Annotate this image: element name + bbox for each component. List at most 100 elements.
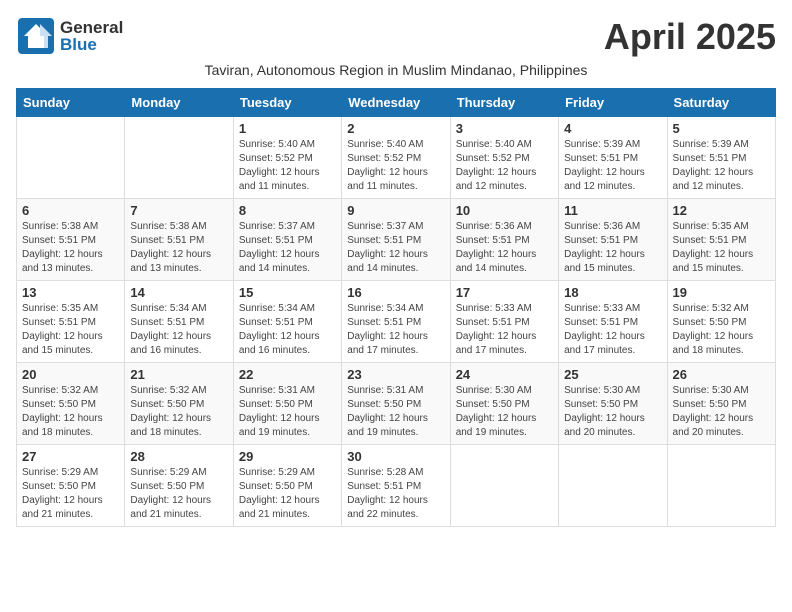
- day-number: 27: [22, 449, 119, 464]
- calendar-cell: 28 Sunrise: 5:29 AM Sunset: 5:50 PM Dayli…: [125, 445, 233, 527]
- day-number: 16: [347, 285, 444, 300]
- calendar-cell: 30 Sunrise: 5:28 AM Sunset: 5:51 PM Dayli…: [342, 445, 450, 527]
- logo-icon: [16, 16, 56, 56]
- day-number: 4: [564, 121, 661, 136]
- day-number: 29: [239, 449, 336, 464]
- day-number: 19: [673, 285, 770, 300]
- calendar-cell: 19 Sunrise: 5:32 AM Sunset: 5:50 PM Dayli…: [667, 281, 775, 363]
- column-header-monday: Monday: [125, 89, 233, 117]
- subtitle: Taviran, Autonomous Region in Muslim Min…: [16, 62, 776, 78]
- day-info: Sunrise: 5:29 AM Sunset: 5:50 PM Dayligh…: [22, 466, 119, 522]
- calendar-table: SundayMondayTuesdayWednesdayThursdayFrid…: [16, 88, 776, 527]
- calendar-cell: 11 Sunrise: 5:36 AM Sunset: 5:51 PM Dayli…: [559, 199, 667, 281]
- day-info: Sunrise: 5:39 AM Sunset: 5:51 PM Dayligh…: [564, 138, 661, 194]
- day-info: Sunrise: 5:30 AM Sunset: 5:50 PM Dayligh…: [456, 384, 553, 440]
- logo-text: General Blue: [60, 19, 123, 53]
- calendar-week-row: 6 Sunrise: 5:38 AM Sunset: 5:51 PM Daylig…: [17, 199, 776, 281]
- logo: General Blue: [16, 16, 123, 56]
- calendar-cell: 15 Sunrise: 5:34 AM Sunset: 5:51 PM Dayli…: [233, 281, 341, 363]
- day-number: 15: [239, 285, 336, 300]
- day-info: Sunrise: 5:35 AM Sunset: 5:51 PM Dayligh…: [22, 302, 119, 358]
- day-number: 18: [564, 285, 661, 300]
- calendar-cell: 25 Sunrise: 5:30 AM Sunset: 5:50 PM Dayli…: [559, 363, 667, 445]
- calendar-cell: 13 Sunrise: 5:35 AM Sunset: 5:51 PM Dayli…: [17, 281, 125, 363]
- day-number: 5: [673, 121, 770, 136]
- day-number: 6: [22, 203, 119, 218]
- logo-general: General: [60, 19, 123, 36]
- day-number: 12: [673, 203, 770, 218]
- calendar-cell: 26Sunrise: 5:30 AM Sunset: 5:50 PM Dayli…: [667, 363, 775, 445]
- calendar-cell: 16 Sunrise: 5:34 AM Sunset: 5:51 PM Dayli…: [342, 281, 450, 363]
- day-info: Sunrise: 5:34 AM Sunset: 5:51 PM Dayligh…: [239, 302, 336, 358]
- day-number: 10: [456, 203, 553, 218]
- day-info: Sunrise: 5:33 AM Sunset: 5:51 PM Dayligh…: [456, 302, 553, 358]
- day-info: Sunrise: 5:37 AM Sunset: 5:51 PM Dayligh…: [347, 220, 444, 276]
- day-info: Sunrise: 5:32 AM Sunset: 5:50 PM Dayligh…: [673, 302, 770, 358]
- day-number: 3: [456, 121, 553, 136]
- calendar-cell: 1 Sunrise: 5:40 AM Sunset: 5:52 PM Daylig…: [233, 117, 341, 199]
- day-number: 13: [22, 285, 119, 300]
- calendar-cell: 5 Sunrise: 5:39 AM Sunset: 5:51 PM Daylig…: [667, 117, 775, 199]
- calendar-week-row: 1 Sunrise: 5:40 AM Sunset: 5:52 PM Daylig…: [17, 117, 776, 199]
- calendar-cell: 17 Sunrise: 5:33 AM Sunset: 5:51 PM Dayli…: [450, 281, 558, 363]
- day-number: 22: [239, 367, 336, 382]
- calendar-cell: 24 Sunrise: 5:30 AM Sunset: 5:50 PM Dayli…: [450, 363, 558, 445]
- calendar-cell: 21Sunrise: 5:32 AM Sunset: 5:50 PM Dayli…: [125, 363, 233, 445]
- calendar-week-row: 27 Sunrise: 5:29 AM Sunset: 5:50 PM Dayli…: [17, 445, 776, 527]
- day-info: Sunrise: 5:38 AM Sunset: 5:51 PM Dayligh…: [130, 220, 227, 276]
- day-number: 25: [564, 367, 661, 382]
- day-info: Sunrise: 5:33 AM Sunset: 5:51 PM Dayligh…: [564, 302, 661, 358]
- calendar-cell: 9Sunrise: 5:37 AM Sunset: 5:51 PM Daylig…: [342, 199, 450, 281]
- day-number: 1: [239, 121, 336, 136]
- day-number: 17: [456, 285, 553, 300]
- day-info: Sunrise: 5:29 AM Sunset: 5:50 PM Dayligh…: [130, 466, 227, 522]
- day-info: Sunrise: 5:28 AM Sunset: 5:51 PM Dayligh…: [347, 466, 444, 522]
- day-info: Sunrise: 5:30 AM Sunset: 5:50 PM Dayligh…: [564, 384, 661, 440]
- day-info: Sunrise: 5:30 AM Sunset: 5:50 PM Dayligh…: [673, 384, 770, 440]
- calendar-cell: 12 Sunrise: 5:35 AM Sunset: 5:51 PM Dayli…: [667, 199, 775, 281]
- calendar-week-row: 20 Sunrise: 5:32 AM Sunset: 5:50 PM Dayli…: [17, 363, 776, 445]
- calendar-cell: [667, 445, 775, 527]
- day-number: 7: [130, 203, 227, 218]
- calendar-cell: 14Sunrise: 5:34 AM Sunset: 5:51 PM Dayli…: [125, 281, 233, 363]
- month-year-title: April 2025: [604, 16, 776, 58]
- calendar-cell: 7 Sunrise: 5:38 AM Sunset: 5:51 PM Daylig…: [125, 199, 233, 281]
- calendar-cell: [559, 445, 667, 527]
- day-info: Sunrise: 5:36 AM Sunset: 5:51 PM Dayligh…: [564, 220, 661, 276]
- day-info: Sunrise: 5:40 AM Sunset: 5:52 PM Dayligh…: [456, 138, 553, 194]
- day-number: 24: [456, 367, 553, 382]
- column-header-wednesday: Wednesday: [342, 89, 450, 117]
- day-number: 20: [22, 367, 119, 382]
- day-info: Sunrise: 5:31 AM Sunset: 5:50 PM Dayligh…: [239, 384, 336, 440]
- day-number: 8: [239, 203, 336, 218]
- column-header-sunday: Sunday: [17, 89, 125, 117]
- day-number: 11: [564, 203, 661, 218]
- day-number: 30: [347, 449, 444, 464]
- calendar-cell: 8 Sunrise: 5:37 AM Sunset: 5:51 PM Daylig…: [233, 199, 341, 281]
- calendar-cell: 23Sunrise: 5:31 AM Sunset: 5:50 PM Dayli…: [342, 363, 450, 445]
- column-header-thursday: Thursday: [450, 89, 558, 117]
- day-info: Sunrise: 5:39 AM Sunset: 5:51 PM Dayligh…: [673, 138, 770, 194]
- calendar-cell: [125, 117, 233, 199]
- calendar-cell: [450, 445, 558, 527]
- day-number: 2: [347, 121, 444, 136]
- calendar-cell: 20 Sunrise: 5:32 AM Sunset: 5:50 PM Dayli…: [17, 363, 125, 445]
- day-info: Sunrise: 5:32 AM Sunset: 5:50 PM Dayligh…: [22, 384, 119, 440]
- calendar-cell: 27 Sunrise: 5:29 AM Sunset: 5:50 PM Dayli…: [17, 445, 125, 527]
- column-header-tuesday: Tuesday: [233, 89, 341, 117]
- calendar-header-row: SundayMondayTuesdayWednesdayThursdayFrid…: [17, 89, 776, 117]
- day-info: Sunrise: 5:37 AM Sunset: 5:51 PM Dayligh…: [239, 220, 336, 276]
- day-info: Sunrise: 5:34 AM Sunset: 5:51 PM Dayligh…: [130, 302, 227, 358]
- day-info: Sunrise: 5:40 AM Sunset: 5:52 PM Dayligh…: [239, 138, 336, 194]
- day-info: Sunrise: 5:36 AM Sunset: 5:51 PM Dayligh…: [456, 220, 553, 276]
- calendar-cell: 3 Sunrise: 5:40 AM Sunset: 5:52 PM Daylig…: [450, 117, 558, 199]
- header: General Blue April 2025: [16, 16, 776, 58]
- day-number: 28: [130, 449, 227, 464]
- column-header-friday: Friday: [559, 89, 667, 117]
- day-info: Sunrise: 5:40 AM Sunset: 5:52 PM Dayligh…: [347, 138, 444, 194]
- calendar-cell: 10 Sunrise: 5:36 AM Sunset: 5:51 PM Dayli…: [450, 199, 558, 281]
- day-info: Sunrise: 5:35 AM Sunset: 5:51 PM Dayligh…: [673, 220, 770, 276]
- column-header-saturday: Saturday: [667, 89, 775, 117]
- day-info: Sunrise: 5:34 AM Sunset: 5:51 PM Dayligh…: [347, 302, 444, 358]
- calendar-cell: 4 Sunrise: 5:39 AM Sunset: 5:51 PM Daylig…: [559, 117, 667, 199]
